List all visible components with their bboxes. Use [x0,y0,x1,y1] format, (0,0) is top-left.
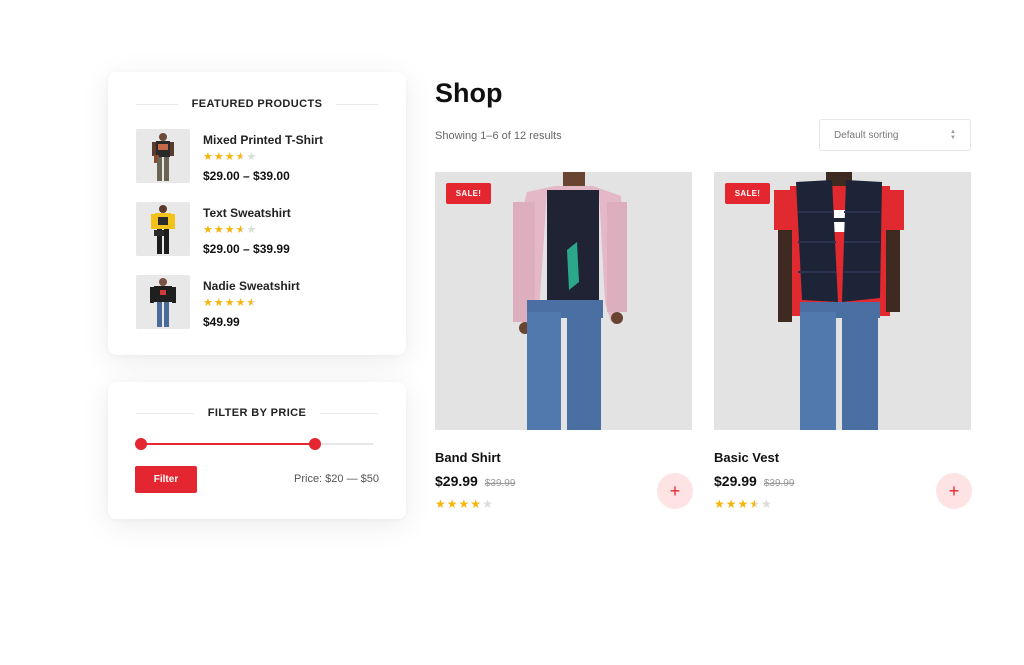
featured-item-price: $29.00 – $39.00 [203,169,290,183]
rating-stars: ★★★★★ [435,498,494,510]
star-icon: ★ [246,151,258,163]
star-icon: ★ [435,497,447,511]
add-to-cart-button[interactable]: + [936,473,972,509]
product-image[interactable]: SALE! [714,172,971,430]
star-icon: ★ [737,497,750,511]
price-slider-min-handle[interactable] [135,438,147,450]
price-filter-heading: FILTER BY PRICE [136,406,378,420]
filter-button[interactable]: Filter [135,466,197,493]
featured-item-price: $49.99 [203,315,240,329]
product-image[interactable]: SALE! [435,172,692,430]
star-half-icon: ★ [246,297,258,309]
product-thumbnail[interactable] [136,129,190,183]
person-sweatshirt-image [136,202,190,256]
star-icon: ★ [203,224,214,236]
star-icon: ★ [246,224,258,236]
product-price: $29.99 $39.99 [435,473,515,489]
plus-icon: + [948,480,960,501]
star-icon: ★ [224,224,236,236]
rating-stars: ★★★★★ [203,298,300,309]
featured-item[interactable]: Text Sweatshirt ★★★★★ $29.00 – $39.99 [136,202,386,258]
product-name[interactable]: Basic Vest [714,450,779,465]
star-icon: ★ [482,497,494,511]
price-filter-title: FILTER BY PRICE [207,407,307,419]
star-icon: ★ [725,497,738,511]
star-icon: ★ [446,497,459,511]
product-thumbnail[interactable] [136,202,190,256]
sort-selected-value: Default sorting [834,129,899,141]
featured-item-price: $29.00 – $39.99 [203,242,290,256]
star-icon: ★ [714,497,726,511]
star-icon: ★ [213,151,225,163]
star-half-icon: ★ [749,497,762,511]
star-icon: ★ [235,297,247,309]
star-icon: ★ [213,224,225,236]
featured-products-heading: FEATURED PRODUCTS [136,97,378,111]
rating-stars: ★★★★★ [203,152,323,163]
star-icon: ★ [470,497,483,511]
star-half-icon: ★ [235,224,247,236]
price-slider-max-handle[interactable] [309,438,321,450]
star-icon: ★ [203,151,214,163]
sort-arrows-icon: ▲ ▼ [950,129,956,141]
sale-badge: SALE! [446,183,491,204]
add-to-cart-button[interactable]: + [657,473,693,509]
page-title: Shop [435,78,503,108]
current-price: $29.99 [714,473,757,489]
star-half-icon: ★ [235,151,247,163]
product-card: SALE! Band Shirt $29.99 $39.99 ★★★★★ + [435,172,693,512]
rating-stars: ★★★★★ [203,225,291,236]
star-icon: ★ [203,297,214,309]
star-icon: ★ [224,297,236,309]
rating-stars: ★★★★★ [714,498,773,510]
star-icon: ★ [458,497,471,511]
product-card: SALE! Basic Vest $29.99 $39.99 ★★★★★ + [714,172,972,512]
product-thumbnail[interactable] [136,275,190,329]
featured-item[interactable]: Mixed Printed T-Shirt ★★★★★ $29.00 – $39… [136,129,386,185]
star-icon: ★ [224,151,236,163]
person-tshirt-image [136,129,190,183]
featured-item-name[interactable]: Nadie Sweatshirt [203,279,300,293]
price-slider[interactable] [135,438,373,450]
star-icon: ★ [761,497,773,511]
product-price: $29.99 $39.99 [714,473,794,489]
price-filter-widget: FILTER BY PRICE Filter Price: $20 — $50 [108,382,406,519]
old-price: $39.99 [763,478,795,489]
man-pink-shirt-image [435,172,692,430]
featured-item-name[interactable]: Text Sweatshirt [203,206,291,220]
featured-products-title: FEATURED PRODUCTS [191,98,323,110]
star-icon: ★ [213,297,225,309]
price-slider-range [141,443,315,445]
featured-products-widget: FEATURED PRODUCTS Mixed Printed T-Shirt … [108,72,406,355]
man-vest-image [714,172,971,430]
price-range-label: Price: $20 — $50 [294,473,379,485]
product-name[interactable]: Band Shirt [435,450,501,465]
old-price: $39.99 [484,478,516,489]
sale-badge: SALE! [725,183,770,204]
person-black-sweatshirt-image [136,275,190,329]
featured-item[interactable]: Nadie Sweatshirt ★★★★★ $49.99 [136,275,386,331]
plus-icon: + [669,480,681,501]
current-price: $29.99 [435,473,478,489]
featured-item-name[interactable]: Mixed Printed T-Shirt [203,133,323,147]
result-count: Showing 1–6 of 12 results [435,130,562,142]
sort-dropdown[interactable]: Default sorting ▲ ▼ [819,119,971,151]
